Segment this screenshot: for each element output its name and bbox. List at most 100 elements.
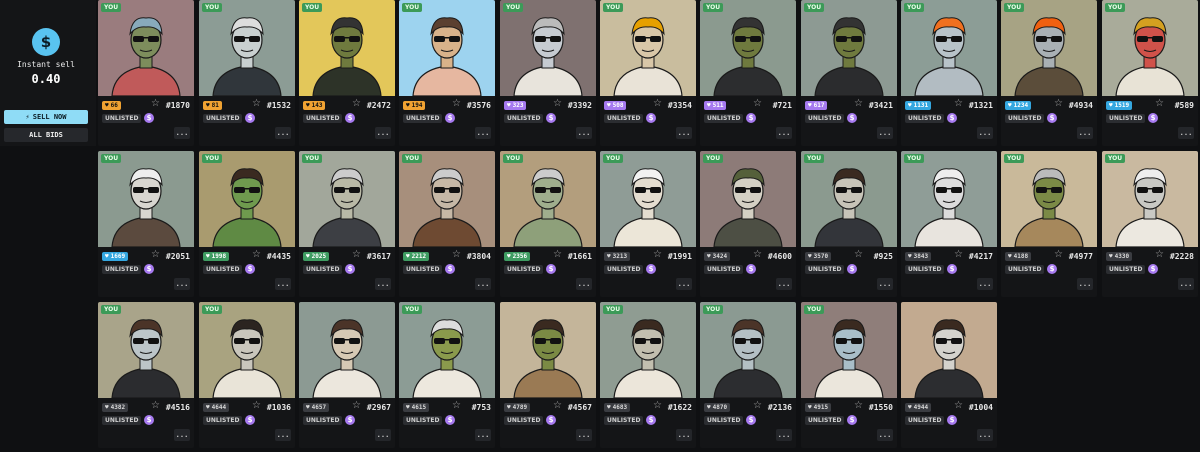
- star-icon[interactable]: ☆: [1054, 98, 1063, 109]
- nft-image[interactable]: [1001, 0, 1097, 96]
- nft-image[interactable]: [801, 302, 897, 398]
- more-options-button[interactable]: ...: [576, 278, 592, 290]
- star-icon[interactable]: ☆: [1155, 98, 1164, 109]
- nft-image[interactable]: [600, 0, 696, 96]
- more-options-button[interactable]: ...: [275, 278, 291, 290]
- more-options-button[interactable]: ...: [174, 429, 190, 441]
- nft-card[interactable]: YOU ♥ 508 ☆ #3354 UNLISTED $ ...: [600, 0, 696, 146]
- nft-image[interactable]: [1102, 0, 1198, 96]
- nft-image[interactable]: [199, 0, 295, 96]
- nft-card[interactable]: YOU ♥ 2212 ☆ #3804 UNLISTED $ ...: [399, 151, 495, 297]
- more-options-button[interactable]: ...: [977, 278, 993, 290]
- nft-card[interactable]: YOU ♥ 323 ☆ #3392 UNLISTED $ ...: [500, 0, 596, 146]
- more-options-button[interactable]: ...: [475, 127, 491, 139]
- more-options-button[interactable]: ...: [1178, 278, 1194, 290]
- more-options-button[interactable]: ...: [877, 127, 893, 139]
- star-icon[interactable]: ☆: [452, 98, 461, 109]
- more-options-button[interactable]: ...: [275, 127, 291, 139]
- nft-image[interactable]: [399, 151, 495, 247]
- nft-card[interactable]: YOU ♥ 1234 ☆ #4934 UNLISTED $ ...: [1001, 0, 1097, 146]
- nft-image[interactable]: [299, 0, 395, 96]
- all-bids-button[interactable]: ALL BIDS: [4, 128, 88, 142]
- more-options-button[interactable]: ...: [375, 429, 391, 441]
- more-options-button[interactable]: ...: [676, 429, 692, 441]
- nft-card[interactable]: YOU ♥ 511 ☆ #721 UNLISTED $ ...: [700, 0, 796, 146]
- star-icon[interactable]: ☆: [452, 249, 461, 260]
- star-icon[interactable]: ☆: [854, 249, 863, 260]
- star-icon[interactable]: ☆: [151, 98, 160, 109]
- more-options-button[interactable]: ...: [475, 278, 491, 290]
- star-icon[interactable]: ☆: [553, 400, 562, 411]
- nft-image[interactable]: [299, 151, 395, 247]
- more-options-button[interactable]: ...: [877, 429, 893, 441]
- nft-card[interactable]: YOU ♥ 3843 ☆ #4217 UNLISTED $ ...: [901, 151, 997, 297]
- nft-card[interactable]: YOU ♥ 4188 ☆ #4977 UNLISTED $ ...: [1001, 151, 1097, 297]
- nft-card[interactable]: YOU ♥ 2025 ☆ #3617 UNLISTED $ ...: [299, 151, 395, 297]
- nft-card[interactable]: YOU ♥ 4870 ☆ #2136 UNLISTED $ ...: [700, 302, 796, 448]
- nft-image[interactable]: [700, 302, 796, 398]
- more-options-button[interactable]: ...: [676, 278, 692, 290]
- nft-card[interactable]: YOU ♥ 1519 ☆ #589 UNLISTED $ ...: [1102, 0, 1198, 146]
- nft-card[interactable]: YOU ♥ 4789 ☆ #4567 UNLISTED $ ...: [500, 302, 596, 448]
- star-icon[interactable]: ☆: [954, 98, 963, 109]
- more-options-button[interactable]: ...: [275, 429, 291, 441]
- nft-card[interactable]: YOU ♥ 4915 ☆ #1550 UNLISTED $ ...: [801, 302, 897, 448]
- nft-image[interactable]: [199, 151, 295, 247]
- star-icon[interactable]: ☆: [653, 400, 662, 411]
- nft-image[interactable]: [299, 302, 395, 398]
- more-options-button[interactable]: ...: [174, 127, 190, 139]
- nft-card[interactable]: YOU ♥ 4944 ☆ #1004 UNLISTED $ ...: [901, 302, 997, 448]
- nft-card[interactable]: YOU ♥ 1131 ☆ #1321 UNLISTED $ ...: [901, 0, 997, 146]
- nft-card[interactable]: YOU ♥ 3570 ☆ #925 UNLISTED $ ...: [801, 151, 897, 297]
- star-icon[interactable]: ☆: [753, 400, 762, 411]
- nft-image[interactable]: [500, 151, 596, 247]
- nft-card[interactable]: YOU ♥ 1998 ☆ #4435 UNLISTED $ ...: [199, 151, 295, 297]
- more-options-button[interactable]: ...: [776, 429, 792, 441]
- more-options-button[interactable]: ...: [1077, 127, 1093, 139]
- star-icon[interactable]: ☆: [252, 249, 261, 260]
- star-icon[interactable]: ☆: [753, 249, 762, 260]
- star-icon[interactable]: ☆: [352, 400, 361, 411]
- nft-card[interactable]: YOU ♥ 2356 ☆ #1661 UNLISTED $ ...: [500, 151, 596, 297]
- more-options-button[interactable]: ...: [174, 278, 190, 290]
- nft-card[interactable]: YOU ♥ 194 ☆ #3576 UNLISTED $ ...: [399, 0, 495, 146]
- nft-image[interactable]: [399, 302, 495, 398]
- more-options-button[interactable]: ...: [576, 127, 592, 139]
- nft-card[interactable]: YOU ♥ 66 ☆ #1870 UNLISTED $ ...: [98, 0, 194, 146]
- nft-image[interactable]: [98, 151, 194, 247]
- star-icon[interactable]: ☆: [252, 400, 261, 411]
- more-options-button[interactable]: ...: [877, 278, 893, 290]
- star-icon[interactable]: ☆: [653, 98, 662, 109]
- nft-image[interactable]: [600, 302, 696, 398]
- more-options-button[interactable]: ...: [375, 127, 391, 139]
- nft-image[interactable]: [98, 302, 194, 398]
- star-icon[interactable]: ☆: [1155, 249, 1164, 260]
- star-icon[interactable]: ☆: [352, 98, 361, 109]
- nft-card[interactable]: YOU ♥ 1669 ☆ #2051 UNLISTED $ ...: [98, 151, 194, 297]
- nft-card[interactable]: YOU ♥ 4644 ☆ #1036 UNLISTED $ ...: [199, 302, 295, 448]
- nft-image[interactable]: [1001, 151, 1097, 247]
- nft-card[interactable]: YOU ♥ 4657 ☆ #2967 UNLISTED $ ...: [299, 302, 395, 448]
- nft-image[interactable]: [801, 151, 897, 247]
- nft-card[interactable]: YOU ♥ 4330 ☆ #2228 UNLISTED $ ...: [1102, 151, 1198, 297]
- nft-image[interactable]: [98, 0, 194, 96]
- nft-card[interactable]: YOU ♥ 81 ☆ #1532 UNLISTED $ ...: [199, 0, 295, 146]
- star-icon[interactable]: ☆: [753, 98, 762, 109]
- star-icon[interactable]: ☆: [854, 98, 863, 109]
- star-icon[interactable]: ☆: [1054, 249, 1063, 260]
- nft-card[interactable]: YOU ♥ 3213 ☆ #1991 UNLISTED $ ...: [600, 151, 696, 297]
- star-icon[interactable]: ☆: [954, 400, 963, 411]
- nft-image[interactable]: [1102, 151, 1198, 247]
- star-icon[interactable]: ☆: [954, 249, 963, 260]
- star-icon[interactable]: ☆: [151, 249, 160, 260]
- more-options-button[interactable]: ...: [977, 127, 993, 139]
- nft-card[interactable]: YOU ♥ 4382 ☆ #4516 UNLISTED $ ...: [98, 302, 194, 448]
- more-options-button[interactable]: ...: [475, 429, 491, 441]
- nft-image[interactable]: [901, 0, 997, 96]
- star-icon[interactable]: ☆: [352, 249, 361, 260]
- star-icon[interactable]: ☆: [252, 98, 261, 109]
- nft-image[interactable]: [199, 302, 295, 398]
- nft-image[interactable]: [600, 151, 696, 247]
- more-options-button[interactable]: ...: [375, 278, 391, 290]
- more-options-button[interactable]: ...: [1077, 278, 1093, 290]
